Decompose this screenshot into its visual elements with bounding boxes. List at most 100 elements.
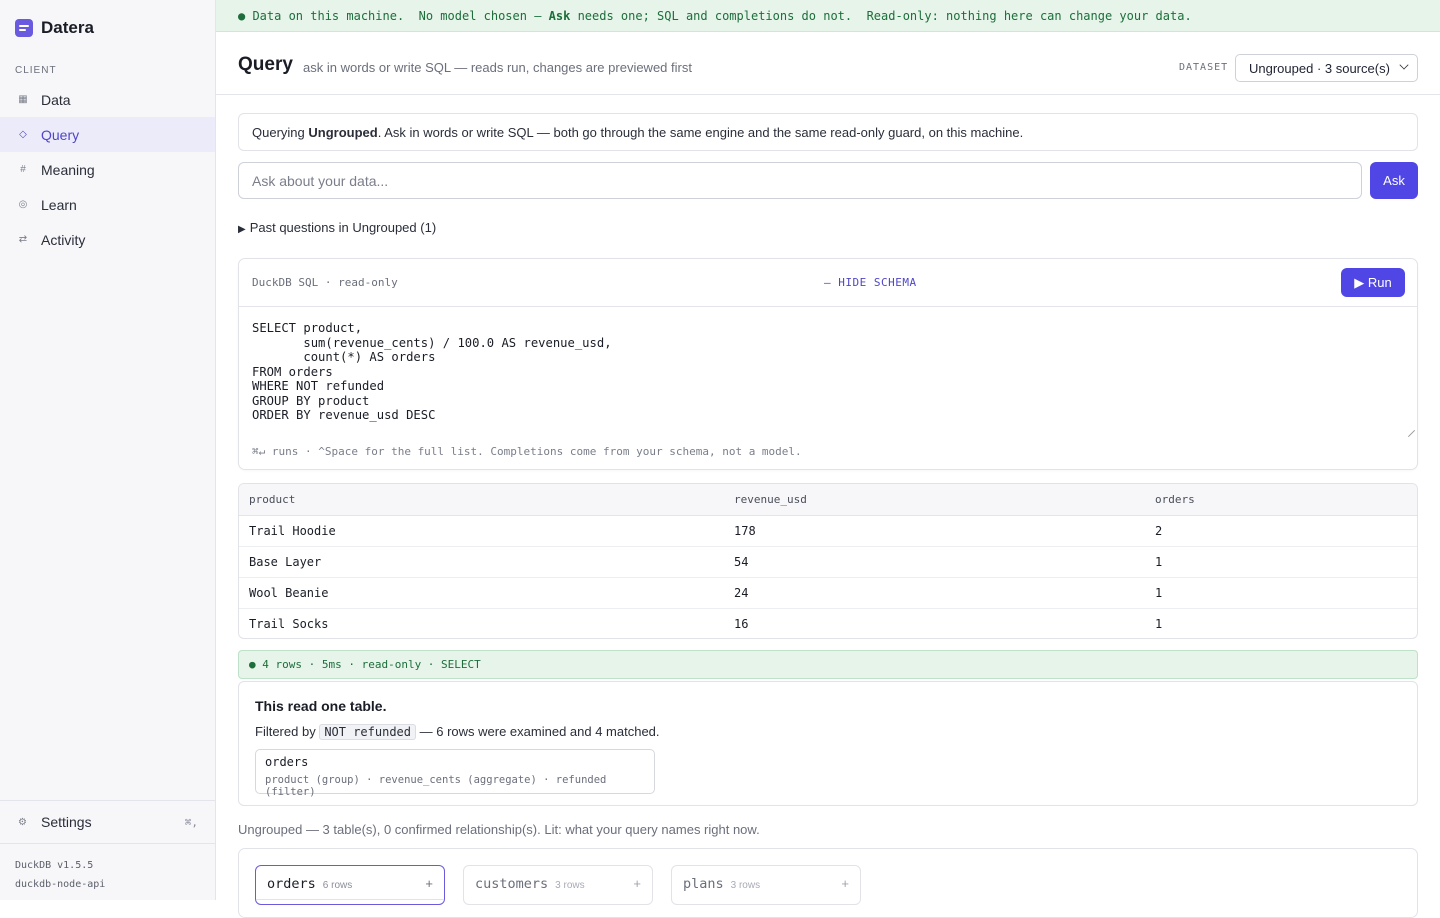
query-status-bar: ● 4 rows · 5ms · read-only · SELECT: [238, 650, 1418, 679]
table-icon: ▦: [18, 94, 28, 105]
gear-icon: ⚙: [18, 816, 27, 828]
sidebar: Datera CLIENT ▦ Data ◇ Query # Meaning ◎…: [0, 0, 216, 900]
table-cell: 178: [724, 515, 1145, 547]
info-prefix: Querying: [252, 124, 305, 140]
table-cell: 1: [1145, 546, 1417, 578]
hash-icon: #: [20, 164, 26, 175]
sidebar-item-learn[interactable]: ◎ Learn: [0, 187, 215, 222]
table-cell: 54: [724, 546, 1145, 578]
filter-suffix: — 6 rows were examined and 4 matched.: [416, 724, 660, 739]
past-questions-toggle[interactable]: ▶ Past questions in Ungrouped (1): [238, 220, 436, 235]
editor-hint: ⌘↵ runs · ^Space for the full list. Comp…: [252, 445, 802, 458]
schema-table-name: plans: [683, 876, 724, 892]
chevron-down-icon: [1399, 60, 1409, 70]
run-button[interactable]: ▶ Run: [1341, 268, 1405, 297]
table-cell: 16: [734, 616, 749, 631]
sidebar-item-label: Meaning: [41, 161, 95, 178]
app-name: Datera: [41, 18, 94, 37]
banner-text-2: needs one; SQL and completions do not. R…: [570, 8, 1192, 23]
filter-prefix: Filtered by: [255, 724, 320, 739]
schema-table-card-customers[interactable]: customers 3 rows +: [463, 865, 653, 905]
schema-table-rows: 3 rows: [730, 880, 761, 891]
table-usage-columns: product (group) · revenue_cents (aggrega…: [265, 774, 607, 798]
info-dataset: Ungrouped: [308, 124, 378, 140]
schema-table-name: customers: [475, 876, 549, 892]
schema-summary: Ungrouped — 3 table(s), 0 confirmed rela…: [238, 822, 760, 837]
column-header-product[interactable]: product: [239, 484, 724, 516]
filter-code: NOT refunded: [319, 724, 417, 740]
disclosure-triangle-icon: ▶: [238, 224, 246, 235]
version-info: DuckDB v1.5.5 duckdb-node-api: [15, 856, 105, 894]
banner-text-1: ● Data on this machine. No model chosen …: [238, 8, 549, 23]
table-cell: 24: [724, 577, 1145, 609]
sidebar-item-query[interactable]: ◇ Query: [0, 117, 215, 152]
nav-section-label: CLIENT: [15, 65, 57, 76]
table-header-row: product revenue_usd orders: [239, 484, 1417, 516]
column-header-orders[interactable]: orders: [1145, 484, 1417, 516]
sql-dialect-tag: DuckDB SQL · read-only: [252, 276, 398, 289]
info-suffix: . Ask in words or write SQL — both go th…: [377, 124, 1024, 140]
sidebar-item-meaning[interactable]: # Meaning: [0, 152, 215, 187]
table-cell: 1: [1145, 577, 1417, 609]
sidebar-item-label: Activity: [41, 231, 86, 248]
table-cell: 1: [1155, 616, 1163, 631]
sidebar-item-activity[interactable]: ⇄ Activity: [0, 222, 215, 257]
sql-editor: DuckDB SQL · read-only — HIDE SCHEMA ▶ R…: [238, 258, 1418, 470]
privacy-banner: ● Data on this machine. No model chosen …: [216, 0, 1440, 32]
table-cell: Wool Beanie: [239, 577, 724, 609]
hide-schema-toggle[interactable]: — HIDE SCHEMA: [824, 276, 917, 289]
schema-table-name: orders: [267, 876, 316, 892]
table-row: Base Layer 54 1: [239, 546, 1417, 578]
sql-editor-toolbar: DuckDB SQL · read-only — HIDE SCHEMA ▶ R…: [239, 259, 1417, 307]
engine-version: DuckDB v1.5.5: [15, 860, 94, 871]
query-context-info: Querying Ungrouped. Ask in words or writ…: [238, 113, 1418, 151]
table-usage-name: orders: [265, 755, 309, 769]
column-header-revenue-usd[interactable]: revenue_usd: [724, 484, 1145, 516]
schema-table-card-orders[interactable]: orders 6 rows +: [255, 865, 445, 905]
sidebar-item-label: Data: [41, 91, 71, 108]
expand-plus-icon[interactable]: +: [425, 876, 433, 891]
sidebar-item-settings[interactable]: ⚙ Settings ⌘,: [0, 800, 215, 844]
page-subtitle: ask in words or write SQL — reads run, c…: [303, 60, 692, 75]
schema-table-rows: 3 rows: [555, 880, 585, 891]
sidebar-item-label: Query: [41, 126, 80, 143]
dataset-select-value: Ungrouped · 3 source(s): [1249, 60, 1390, 76]
query-diamond-icon: ◇: [19, 129, 27, 140]
table-cell: Trail Hoodie: [239, 515, 724, 547]
ask-button[interactable]: Ask: [1370, 162, 1418, 199]
table-cell: 2: [1145, 515, 1417, 547]
swap-arrows-icon: ⇄: [18, 234, 28, 245]
datera-logo-icon: [15, 19, 33, 37]
settings-shortcut: ⌘,: [184, 815, 198, 829]
sql-textarea[interactable]: SELECT product, sum(revenue_cents) / 100…: [252, 321, 1402, 423]
expand-plus-icon[interactable]: +: [633, 876, 641, 891]
banner-ask-keyword: Ask: [548, 8, 571, 23]
dataset-label: DATASET: [1179, 62, 1229, 73]
schema-table-rows: 6 rows: [322, 880, 353, 891]
main-nav: ▦ Data ◇ Query # Meaning ◎ Learn ⇄ Activ…: [0, 82, 215, 257]
schema-table-card-plans[interactable]: plans 3 rows +: [671, 865, 861, 905]
table-usage-card: orders product (group) · revenue_cents (…: [255, 749, 655, 798]
query-explanation: This read one table. Filtered by NOT ref…: [238, 681, 1418, 806]
results-table: product revenue_usd orders Trail Hoodie …: [238, 483, 1418, 639]
table-row: Trail Hoodie 178 2: [239, 515, 1417, 547]
page-header: Query ask in words or write SQL — reads …: [216, 32, 1440, 95]
dataset-select[interactable]: Ungrouped · 3 source(s): [1235, 54, 1418, 82]
table-cell: Trail Socks: [249, 616, 329, 631]
target-icon: ◎: [18, 199, 28, 210]
sidebar-item-label: Learn: [41, 196, 77, 213]
settings-label: Settings: [41, 814, 92, 830]
sidebar-item-data[interactable]: ▦ Data: [0, 82, 215, 117]
table-cell: Base Layer: [239, 546, 724, 578]
explanation-filter: Filtered by NOT refunded — 6 rows were e…: [255, 724, 660, 740]
page-title: Query: [238, 54, 293, 75]
schema-panel: orders 6 rows + customers 3 rows + plans…: [238, 848, 1418, 918]
expand-plus-icon[interactable]: +: [841, 876, 849, 891]
ask-input[interactable]: [238, 162, 1362, 199]
explanation-title: This read one table.: [255, 698, 387, 714]
engine-api: duckdb-node-api: [15, 879, 106, 890]
resize-handle-icon[interactable]: [1407, 427, 1415, 435]
table-row: Trail Socks 16 1: [239, 608, 1417, 638]
table-row: Wool Beanie 24 1: [239, 577, 1417, 609]
brand[interactable]: Datera: [15, 18, 94, 38]
